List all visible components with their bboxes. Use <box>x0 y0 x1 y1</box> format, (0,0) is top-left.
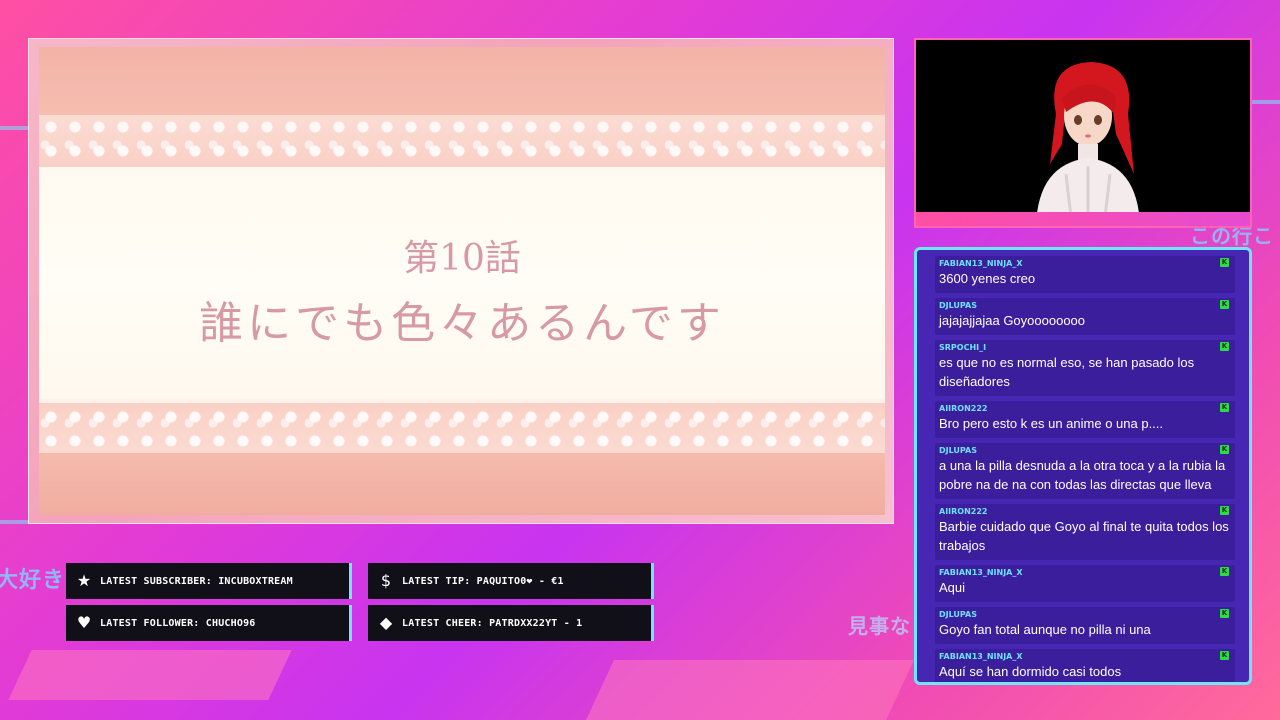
platform-badge-icon: K <box>1220 445 1229 454</box>
alert-text: LATEST FOLLOWER: CHUCHO96 <box>100 617 256 629</box>
lace-border-bottom <box>39 399 885 453</box>
platform-badge-icon: K <box>1220 651 1229 660</box>
platform-badge-icon: K <box>1220 506 1229 515</box>
bg-japanese-text-right-bottom: 見事な <box>848 614 911 638</box>
chat-text: es que no es normal eso, se han pasado l… <box>939 355 1195 389</box>
platform-badge-icon: K <box>1220 342 1229 351</box>
webcam-floor <box>916 212 1250 226</box>
chat-message: DJLUPAS jajajajjajaa Goyoooooooo K <box>935 298 1235 335</box>
vtuber-avatar <box>1036 62 1140 226</box>
latest-follower-alert: ♥ LATEST FOLLOWER: CHUCHO96 <box>66 605 352 641</box>
bg-shard <box>8 650 292 700</box>
chat-username: FABIAN13_NINJA_X <box>939 652 1023 661</box>
bg-shard <box>586 660 914 720</box>
lace-border-top <box>39 115 885 169</box>
chat-message: AIIRON222 Barbie cuidado que Goyo al fin… <box>935 504 1235 560</box>
episode-title: 誰にでも色々あるんです <box>199 298 725 349</box>
episode-number: 第10話 <box>403 238 521 279</box>
platform-badge-icon: K <box>1220 258 1229 267</box>
chat-username: AIIRON222 <box>939 507 988 516</box>
chat-text: Barbie cuidado que Goyo al final te quit… <box>939 519 1229 553</box>
diamond-icon: ◆ <box>379 613 393 632</box>
video-content: 第10話 誰にでも色々あるんです <box>39 47 885 515</box>
alert-text: LATEST TIP: PAQUITO0❤ - €1 <box>402 575 564 587</box>
star-icon: ★ <box>76 571 92 590</box>
platform-badge-icon: K <box>1220 567 1229 576</box>
chat-username: DJLUPAS <box>939 301 978 310</box>
latest-subscriber-alert: ★ LATEST SUBSCRIBER: INCUBOXTREAM <box>66 563 352 599</box>
chat-username: FABIAN13_NINJA_X <box>939 259 1023 268</box>
chat-message: FABIAN13_NINJA_X 3600 yenes creo K <box>935 256 1235 293</box>
chat-message: DJLUPAS a una la pilla desnuda a la otra… <box>935 443 1235 499</box>
platform-badge-icon: K <box>1220 403 1229 412</box>
chat-username: AIIRON222 <box>939 404 988 413</box>
chat-panel: FABIAN13_NINJA_X 3600 yenes creo K DJLUP… <box>914 247 1252 685</box>
chat-text: Aquí se han dormido casi todos <box>939 664 1122 679</box>
chat-message: FABIAN13_NINJA_X Aqui K <box>935 565 1235 602</box>
webcam-view <box>914 38 1252 228</box>
dollar-icon: $ <box>380 571 392 590</box>
chat-text: a una la pilla desnuda a la otra toca y … <box>939 458 1226 492</box>
chat-text: 3600 yenes creo <box>939 271 1036 286</box>
heart-icon: ♥ <box>76 613 92 632</box>
chat-text: Goyo fan total aunque no pilla ni una <box>939 622 1151 637</box>
chat-message: SRPOCHI_I es que no es normal eso, se ha… <box>935 340 1235 396</box>
alert-text: LATEST SUBSCRIBER: INCUBOXTREAM <box>100 575 293 587</box>
title-band: 第10話 誰にでも色々あるんです <box>39 167 885 403</box>
chat-text: jajajajjajaa Goyoooooooo <box>939 313 1086 328</box>
video-frame: 第10話 誰にでも色々あるんです <box>28 38 894 524</box>
chat-username: DJLUPAS <box>939 446 978 455</box>
chat-username: FABIAN13_NINJA_X <box>939 568 1023 577</box>
chat-message: DJLUPAS Goyo fan total aunque no pilla n… <box>935 607 1235 644</box>
chat-username: SRPOCHI_I <box>939 343 987 352</box>
bg-japanese-text-left: 大好き <box>0 568 66 593</box>
alert-text: LATEST CHEER: PATRDXX22YT - 1 <box>402 617 583 629</box>
platform-badge-icon: K <box>1220 300 1229 309</box>
latest-cheer-alert: ◆ LATEST CHEER: PATRDXX22YT - 1 <box>368 605 654 641</box>
chat-username: DJLUPAS <box>939 610 978 619</box>
chat-message: FABIAN13_NINJA_X Aquí se han dormido cas… <box>935 649 1235 682</box>
chat-text: Bro pero esto k es un anime o una p.... <box>939 416 1164 431</box>
chat-message: AIIRON222 Bro pero esto k es un anime o … <box>935 401 1235 438</box>
latest-tip-alert: $ LATEST TIP: PAQUITO0❤ - €1 <box>368 563 654 599</box>
chat-text: Aqui <box>939 580 966 595</box>
platform-badge-icon: K <box>1220 609 1229 618</box>
